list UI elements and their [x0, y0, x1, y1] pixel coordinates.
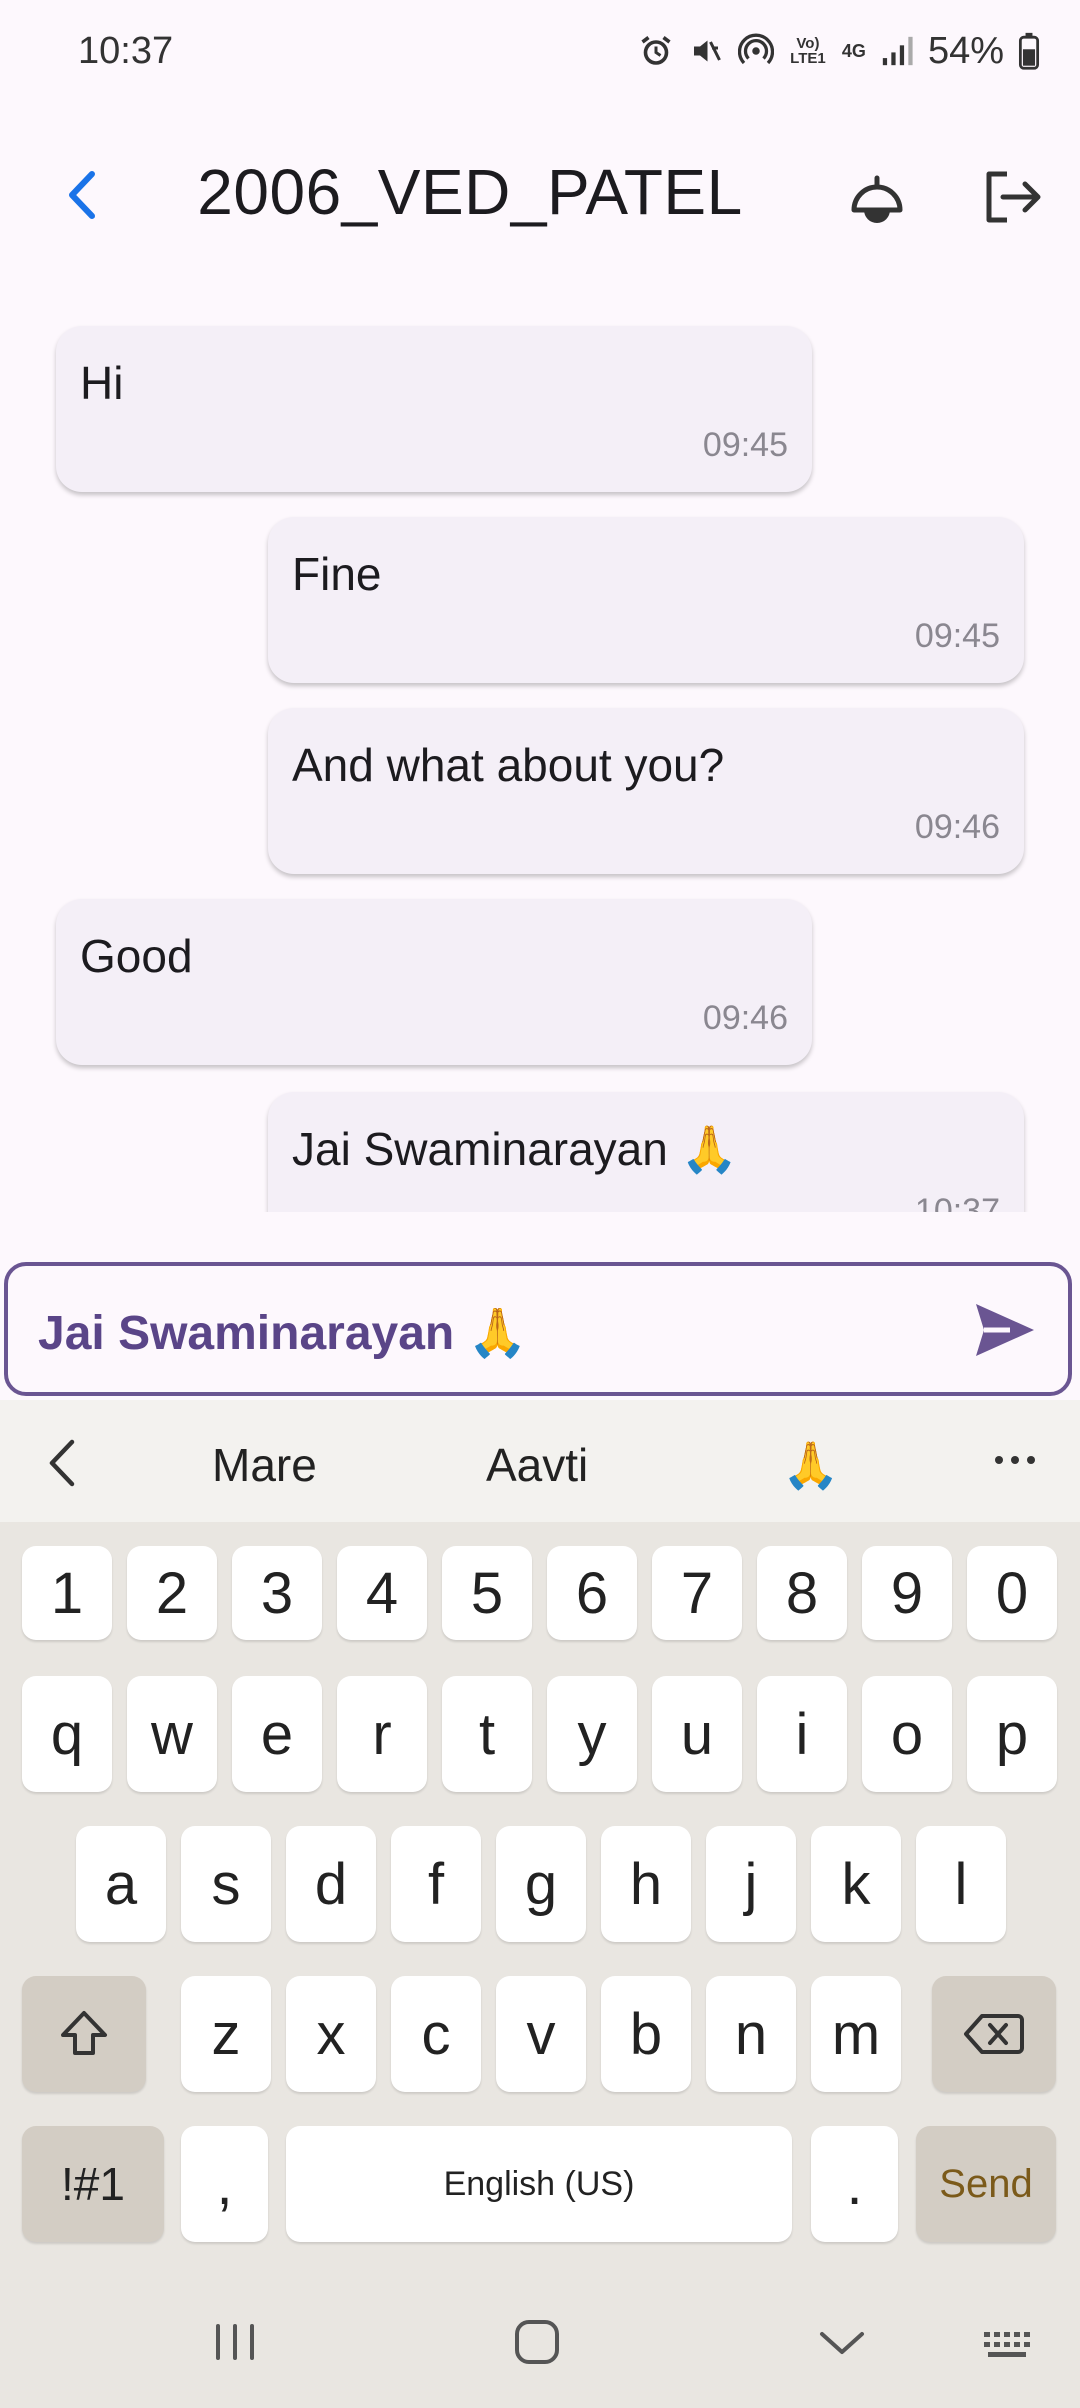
- key-8[interactable]: 8: [757, 1546, 847, 1640]
- key-b[interactable]: b: [601, 1976, 691, 2092]
- key-x[interactable]: x: [286, 1976, 376, 2092]
- network-type-icon: 4G: [841, 40, 866, 61]
- message-time: 10:37: [914, 1192, 1000, 1212]
- key-t[interactable]: t: [442, 1676, 532, 1792]
- backspace-key[interactable]: [932, 1976, 1056, 2092]
- shift-key[interactable]: [22, 1976, 146, 2092]
- hotspot-icon: [737, 33, 774, 65]
- message-time: 09:45: [702, 426, 788, 464]
- suggestion-item[interactable]: Aavti: [486, 1438, 588, 1492]
- bell-icon: [851, 175, 903, 223]
- key-5[interactable]: 5: [442, 1546, 532, 1640]
- suggestion-item[interactable]: 🙏: [782, 1438, 839, 1493]
- page-title: 2006_VED_PATEL: [197, 156, 743, 228]
- key-s[interactable]: s: [181, 1826, 271, 1942]
- key-u[interactable]: u: [652, 1676, 742, 1792]
- key-z[interactable]: z: [181, 1976, 271, 2092]
- key-n[interactable]: n: [706, 1976, 796, 2092]
- status-bar: 10:37 Vo) LTE1 4G 54%: [0, 0, 1080, 110]
- suggestion-item[interactable]: Mare: [212, 1438, 317, 1492]
- keyboard: 1 2 3 4 5 6 7 8 9 0 q w e r t y u i o p …: [0, 1522, 1080, 2408]
- signal-icon: [882, 36, 913, 66]
- message-bubble[interactable]: Hi 09:45: [56, 326, 812, 492]
- key-7[interactable]: 7: [652, 1546, 742, 1640]
- key-h[interactable]: h: [601, 1826, 691, 1942]
- key-y[interactable]: y: [547, 1676, 637, 1792]
- message-bubble[interactable]: Good 09:46: [56, 899, 812, 1065]
- space-key[interactable]: English (US): [286, 2126, 792, 2242]
- more-icon[interactable]: [990, 1440, 1040, 1480]
- key-v[interactable]: v: [496, 1976, 586, 2092]
- key-6[interactable]: 6: [547, 1546, 637, 1640]
- key-k[interactable]: k: [811, 1826, 901, 1942]
- keyboard-icon[interactable]: [980, 2310, 1040, 2374]
- message-text: Jai Swaminarayan 🙏: [292, 1123, 738, 1175]
- period-key[interactable]: .: [811, 2126, 898, 2242]
- message-bubble[interactable]: Jai Swaminarayan 🙏 10:37: [268, 1092, 1024, 1212]
- key-o[interactable]: o: [862, 1676, 952, 1792]
- send-key[interactable]: Send: [916, 2126, 1056, 2242]
- key-1[interactable]: 1: [22, 1546, 112, 1640]
- app-bar: 2006_VED_PATEL: [0, 140, 1080, 250]
- message-time: 09:46: [702, 999, 788, 1037]
- comma-key[interactable]: ,: [181, 2126, 268, 2242]
- key-4[interactable]: 4: [337, 1546, 427, 1640]
- status-time: 10:37: [78, 30, 174, 72]
- chevron-left-icon[interactable]: [40, 1436, 84, 1490]
- status-icons: Vo) LTE1 4G 54%: [638, 26, 1040, 76]
- backspace-icon: [964, 2014, 1024, 2054]
- key-3[interactable]: 3: [232, 1546, 322, 1640]
- mute-icon: [693, 40, 721, 62]
- key-w[interactable]: w: [127, 1676, 217, 1792]
- key-c[interactable]: c: [391, 1976, 481, 2092]
- suggestion-bar: Mare Aavti 🙏: [0, 1400, 1080, 1522]
- message-bubble[interactable]: Fine 09:45: [268, 517, 1024, 683]
- key-0[interactable]: 0: [967, 1546, 1057, 1640]
- key-g[interactable]: g: [496, 1826, 586, 1942]
- battery-icon: [1018, 32, 1040, 70]
- message-time: 09:46: [914, 808, 1000, 846]
- key-f[interactable]: f: [391, 1826, 481, 1942]
- logout-button[interactable]: [975, 160, 1049, 234]
- key-i[interactable]: i: [757, 1676, 847, 1792]
- key-m[interactable]: m: [811, 1976, 901, 2092]
- key-9[interactable]: 9: [862, 1546, 952, 1640]
- message-list[interactable]: Hi 09:45 Fine 09:45 And what about you? …: [0, 300, 1080, 1212]
- battery-percent: 54%: [927, 29, 1004, 72]
- recent-apps-icon[interactable]: [210, 2310, 260, 2374]
- alarm-icon: [641, 36, 671, 65]
- shift-icon: [61, 2011, 107, 2055]
- key-q[interactable]: q: [22, 1676, 112, 1792]
- key-d[interactable]: d: [286, 1826, 376, 1942]
- message-input-text: Jai Swaminarayan 🙏: [38, 1307, 528, 1360]
- logout-icon: [986, 171, 1041, 223]
- message-input[interactable]: Jai Swaminarayan 🙏: [4, 1262, 1072, 1396]
- key-e[interactable]: e: [232, 1676, 322, 1792]
- send-button[interactable]: [970, 1296, 1038, 1364]
- message-text: And what about you?: [292, 739, 725, 791]
- message-bubble[interactable]: And what about you? 09:46: [268, 708, 1024, 874]
- key-l[interactable]: l: [916, 1826, 1006, 1942]
- key-r[interactable]: r: [337, 1676, 427, 1792]
- key-2[interactable]: 2: [127, 1546, 217, 1640]
- notification-button[interactable]: [840, 160, 914, 234]
- message-text: Good: [80, 930, 193, 982]
- key-p[interactable]: p: [967, 1676, 1057, 1792]
- home-icon[interactable]: [505, 2310, 569, 2374]
- message-time: 09:45: [914, 617, 1000, 655]
- chevron-down-icon[interactable]: [810, 2310, 874, 2374]
- volte-icon: Vo) LTE1: [790, 35, 826, 67]
- send-icon: [976, 1304, 1034, 1356]
- message-text: Hi: [80, 357, 124, 409]
- symbols-key[interactable]: !#1: [22, 2126, 164, 2242]
- key-j[interactable]: j: [706, 1826, 796, 1942]
- message-text: Fine: [292, 548, 382, 600]
- navigation-bar: [0, 2290, 1080, 2408]
- key-a[interactable]: a: [76, 1826, 166, 1942]
